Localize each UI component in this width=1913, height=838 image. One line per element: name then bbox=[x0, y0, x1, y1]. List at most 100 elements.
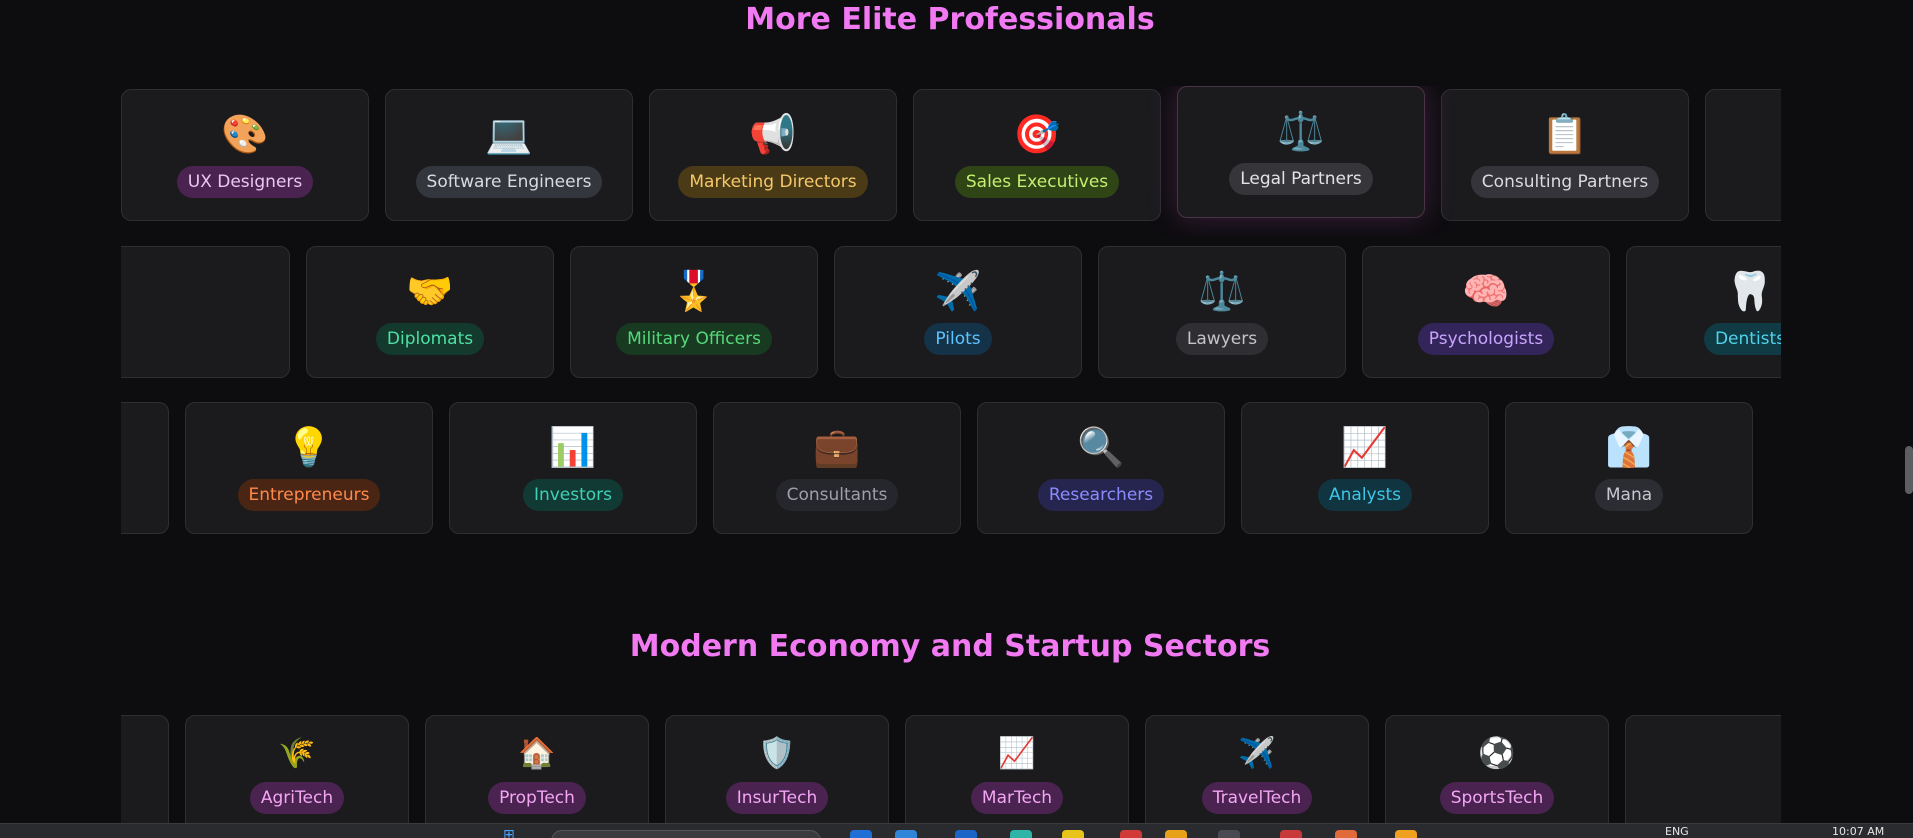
card-label: Dentists bbox=[1703, 323, 1781, 355]
taskbar-app-icon[interactable] bbox=[895, 830, 917, 838]
category-card[interactable]: 📢 Marketing Directors bbox=[649, 89, 897, 221]
card-label: Diplomats bbox=[375, 323, 485, 355]
card-label: Military Officers bbox=[616, 323, 772, 355]
card-label: Entrepreneurs bbox=[237, 479, 381, 511]
category-card[interactable]: 🎨 UX Designers bbox=[121, 89, 369, 221]
card-label: Pilots bbox=[924, 323, 992, 355]
category-card[interactable]: 🦷 Dentists bbox=[1626, 246, 1781, 378]
taskbar-app-icon[interactable] bbox=[850, 830, 872, 838]
card-label: Software Engineers bbox=[415, 166, 603, 198]
taskbar-app-icon[interactable] bbox=[1335, 830, 1357, 838]
category-card[interactable]: ⚖️ Legal Partners bbox=[1177, 86, 1425, 218]
category-card[interactable]: ✈️ TravelTech bbox=[1145, 715, 1369, 825]
card-label: Consultants bbox=[775, 479, 899, 511]
taskbar-app-icon[interactable] bbox=[1280, 830, 1302, 838]
briefcase-icon: 💼 bbox=[813, 425, 861, 469]
shield-icon: 🛡️ bbox=[758, 736, 796, 771]
bar-chart-icon: 📊 bbox=[549, 425, 597, 469]
card-label: Investors bbox=[522, 479, 624, 511]
card-label: InsurTech bbox=[725, 782, 829, 814]
category-card[interactable] bbox=[121, 246, 290, 378]
card-label: AgriTech bbox=[249, 782, 345, 814]
card-label: MarTech bbox=[970, 782, 1064, 814]
category-card[interactable]: 💡 Entrepreneurs bbox=[185, 402, 433, 534]
card-label: UX Designers bbox=[176, 166, 314, 198]
category-card[interactable]: 🍕FoodTech bbox=[121, 715, 169, 825]
target-icon: 🎯 bbox=[1013, 112, 1061, 156]
category-card[interactable] bbox=[1625, 715, 1781, 825]
tooth-icon: 🦷 bbox=[1726, 269, 1774, 313]
category-card[interactable]: 👔 Mana bbox=[1505, 402, 1753, 534]
card-label: Legal Partners bbox=[1229, 163, 1373, 195]
taskbar-app-icon[interactable] bbox=[1165, 830, 1187, 838]
category-card[interactable]: 📋 Consulting Partners bbox=[1441, 89, 1689, 221]
language-indicator[interactable]: ENG bbox=[1665, 826, 1689, 838]
carousel-row-3[interactable]: 🎨Designers 💡 Entrepreneurs 📊 Investors 💼 Consu… bbox=[121, 399, 1781, 549]
category-card[interactable]: 📈 MarTech bbox=[905, 715, 1129, 825]
category-card[interactable]: 🧠 Psychologists bbox=[1362, 246, 1610, 378]
category-card[interactable]: ⚽ SportsTech bbox=[1385, 715, 1609, 825]
card-label: Researchers bbox=[1037, 479, 1165, 511]
category-card[interactable]: 💻 Software Engineers bbox=[385, 89, 633, 221]
category-card[interactable]: 🔍 Researchers bbox=[977, 402, 1225, 534]
category-card[interactable]: ✈️ Pilots bbox=[834, 246, 1082, 378]
lightbulb-icon: 💡 bbox=[285, 425, 333, 469]
category-card[interactable]: 📊 Investors bbox=[449, 402, 697, 534]
card-label bbox=[155, 333, 177, 345]
taskbar-app-icon[interactable] bbox=[1218, 830, 1240, 838]
taskbar-app-icon[interactable] bbox=[1395, 830, 1417, 838]
taskbar-app-icon[interactable] bbox=[1062, 830, 1084, 838]
category-card[interactable]: 🛡️ InsurTech bbox=[665, 715, 889, 825]
airplane-icon: ✈️ bbox=[934, 269, 982, 313]
scrollbar-track[interactable] bbox=[1905, 0, 1913, 822]
card-label: Mana bbox=[1594, 479, 1664, 511]
chart-up-icon: 📈 bbox=[998, 736, 1036, 771]
brain-icon: 🧠 bbox=[1462, 269, 1510, 313]
wheat-icon: 🌾 bbox=[278, 736, 316, 771]
soccer-ball-icon: ⚽ bbox=[1478, 736, 1516, 771]
taskbar-search-box[interactable] bbox=[551, 830, 821, 838]
category-card[interactable]: 🤝 Diplomats bbox=[306, 246, 554, 378]
carousel-row-1[interactable]: 🎨 UX Designers 💻 Software Engineers 📢 Marketi… bbox=[121, 86, 1781, 236]
taskbar-app-icon[interactable] bbox=[1120, 830, 1142, 838]
airplane-icon: ✈️ bbox=[1238, 736, 1276, 771]
category-card[interactable]: M bbox=[1705, 89, 1781, 221]
category-card[interactable]: 💼 Consultants bbox=[713, 402, 961, 534]
house-icon: 🏠 bbox=[518, 736, 556, 771]
scrollbar-thumb[interactable] bbox=[1905, 446, 1913, 494]
category-card[interactable]: 📈 Analysts bbox=[1241, 402, 1489, 534]
category-card[interactable]: 🌾 AgriTech bbox=[185, 715, 409, 825]
palette-icon: 🎨 bbox=[221, 112, 269, 156]
taskbar-app-icon[interactable] bbox=[1010, 830, 1032, 838]
clipboard-icon: 📋 bbox=[1541, 112, 1589, 156]
scales-icon: ⚖️ bbox=[1277, 109, 1325, 153]
magnifier-icon: 🔍 bbox=[1077, 425, 1125, 469]
windows-start-icon[interactable]: ⊞ bbox=[503, 828, 529, 838]
necktie-icon: 👔 bbox=[1605, 425, 1653, 469]
card-label: Psychologists bbox=[1417, 323, 1555, 355]
page: More Elite Professionals 🎨 UX Designers 💻 S… bbox=[0, 0, 1913, 838]
clock[interactable]: 10:07 AM bbox=[1832, 826, 1884, 838]
category-card[interactable]: 🎖️ Military Officers bbox=[570, 246, 818, 378]
taskbar-app-icon[interactable] bbox=[955, 830, 977, 838]
card-label: TravelTech bbox=[1201, 782, 1313, 814]
card-label bbox=[1726, 792, 1748, 804]
card-label: Marketing Directors bbox=[678, 166, 868, 198]
taskbar: ⊞ ENG 10:07 AM bbox=[0, 823, 1913, 838]
card-label: Sales Executives bbox=[954, 166, 1120, 198]
category-card[interactable]: 🏠 PropTech bbox=[425, 715, 649, 825]
category-card[interactable]: ⚖️ Lawyers bbox=[1098, 246, 1346, 378]
card-label: PropTech bbox=[488, 782, 586, 814]
card-label: Lawyers bbox=[1175, 323, 1269, 355]
laptop-icon: 💻 bbox=[485, 112, 533, 156]
card-label: Consulting Partners bbox=[1470, 166, 1660, 198]
card-label: SportsTech bbox=[1439, 782, 1555, 814]
carousel-row-2[interactable]: 🤝 Diplomats 🎖️ Military Officers ✈️ Pilots ⚖️ L… bbox=[121, 243, 1781, 393]
handshake-icon: 🤝 bbox=[406, 269, 454, 313]
section-title-economy: Modern Economy and Startup Sectors bbox=[629, 629, 1271, 664]
medal-icon: 🎖️ bbox=[670, 269, 718, 313]
card-label: Analysts bbox=[1318, 479, 1412, 511]
category-card[interactable]: 🎨Designers bbox=[121, 402, 169, 534]
carousel-row-4[interactable]: 🍕FoodTech 🌾 AgriTech 🏠 PropTech 🛡️ InsurTech 📈 M… bbox=[121, 715, 1781, 825]
category-card[interactable]: 🎯 Sales Executives bbox=[913, 89, 1161, 221]
